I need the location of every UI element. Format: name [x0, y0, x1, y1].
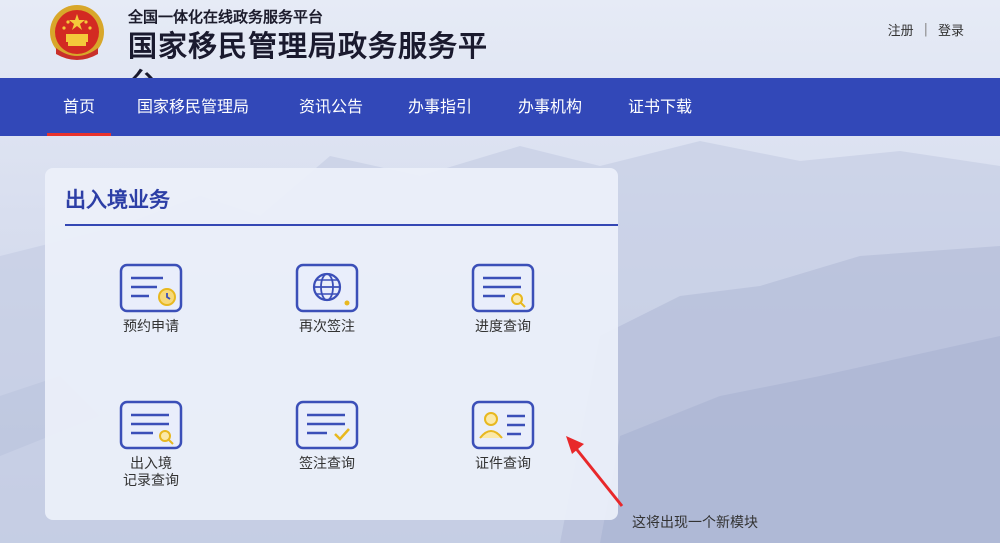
search-doc-icon: [119, 400, 183, 450]
tile-label: 签注查询: [299, 456, 355, 472]
tile-appointment[interactable]: 预约申请: [91, 263, 211, 336]
tile-certificate-query[interactable]: 证件查询: [443, 400, 563, 473]
calendar-doc-icon: [119, 263, 183, 313]
platform-subtitle: 全国一体化在线政务服务平台: [128, 8, 324, 26]
tile-reendorsement[interactable]: 再次签注: [267, 263, 387, 336]
login-link[interactable]: 登录: [938, 20, 964, 39]
annotation-text: 这将出现一个新模块: [632, 515, 758, 531]
nav-item-news[interactable]: 资讯公告: [299, 78, 363, 136]
nav-item-cert-download[interactable]: 证书下载: [628, 78, 692, 136]
auth-separator: |: [923, 22, 928, 37]
red-arrow-annotation: [566, 436, 624, 507]
nav-item-guide[interactable]: 办事指引: [408, 78, 472, 136]
tile-label: 再次签注: [299, 319, 355, 335]
auth-links: 注册 | 登录: [888, 20, 964, 39]
tile-label: 证件查询: [475, 456, 531, 472]
tile-label: 进度查询: [475, 319, 531, 335]
check-doc-icon: [295, 400, 359, 450]
nav-item-nia[interactable]: 国家移民管理局: [137, 78, 249, 136]
card-divider: [65, 224, 618, 226]
tile-label-line1: 出入境: [130, 456, 172, 472]
tile-entry-exit-records[interactable]: 出入境 记录查询: [91, 400, 211, 490]
tile-label-line2: 记录查询: [123, 473, 179, 489]
id-card-icon: [471, 400, 535, 450]
page-title: 国家移民管理局政务服务平台: [128, 29, 488, 78]
entry-exit-services-card: 出入境业务 预约申请 再次签注 进度查询 出入境 记录查询 签注查询 证件查询: [45, 168, 618, 520]
site-header: 全国一体化在线政务服务平台 国家移民管理局政务服务平台 注册 | 登录: [0, 0, 1000, 78]
nav-item-offices[interactable]: 办事机构: [518, 78, 582, 136]
nav-item-home[interactable]: 首页: [46, 78, 112, 136]
search-doc-icon: [471, 263, 535, 313]
national-emblem-icon: [44, 2, 110, 66]
card-title: 出入境业务: [65, 188, 170, 212]
globe-doc-icon: [295, 263, 359, 313]
tile-label: 预约申请: [123, 319, 179, 335]
tile-label: 出入境 记录查询: [91, 456, 211, 490]
main-nav: 首页 国家移民管理局 资讯公告 办事指引 办事机构 证书下载: [0, 78, 1000, 136]
register-link[interactable]: 注册: [888, 20, 914, 39]
tile-endorsement-query[interactable]: 签注查询: [267, 400, 387, 473]
tile-progress-query[interactable]: 进度查询: [443, 263, 563, 336]
